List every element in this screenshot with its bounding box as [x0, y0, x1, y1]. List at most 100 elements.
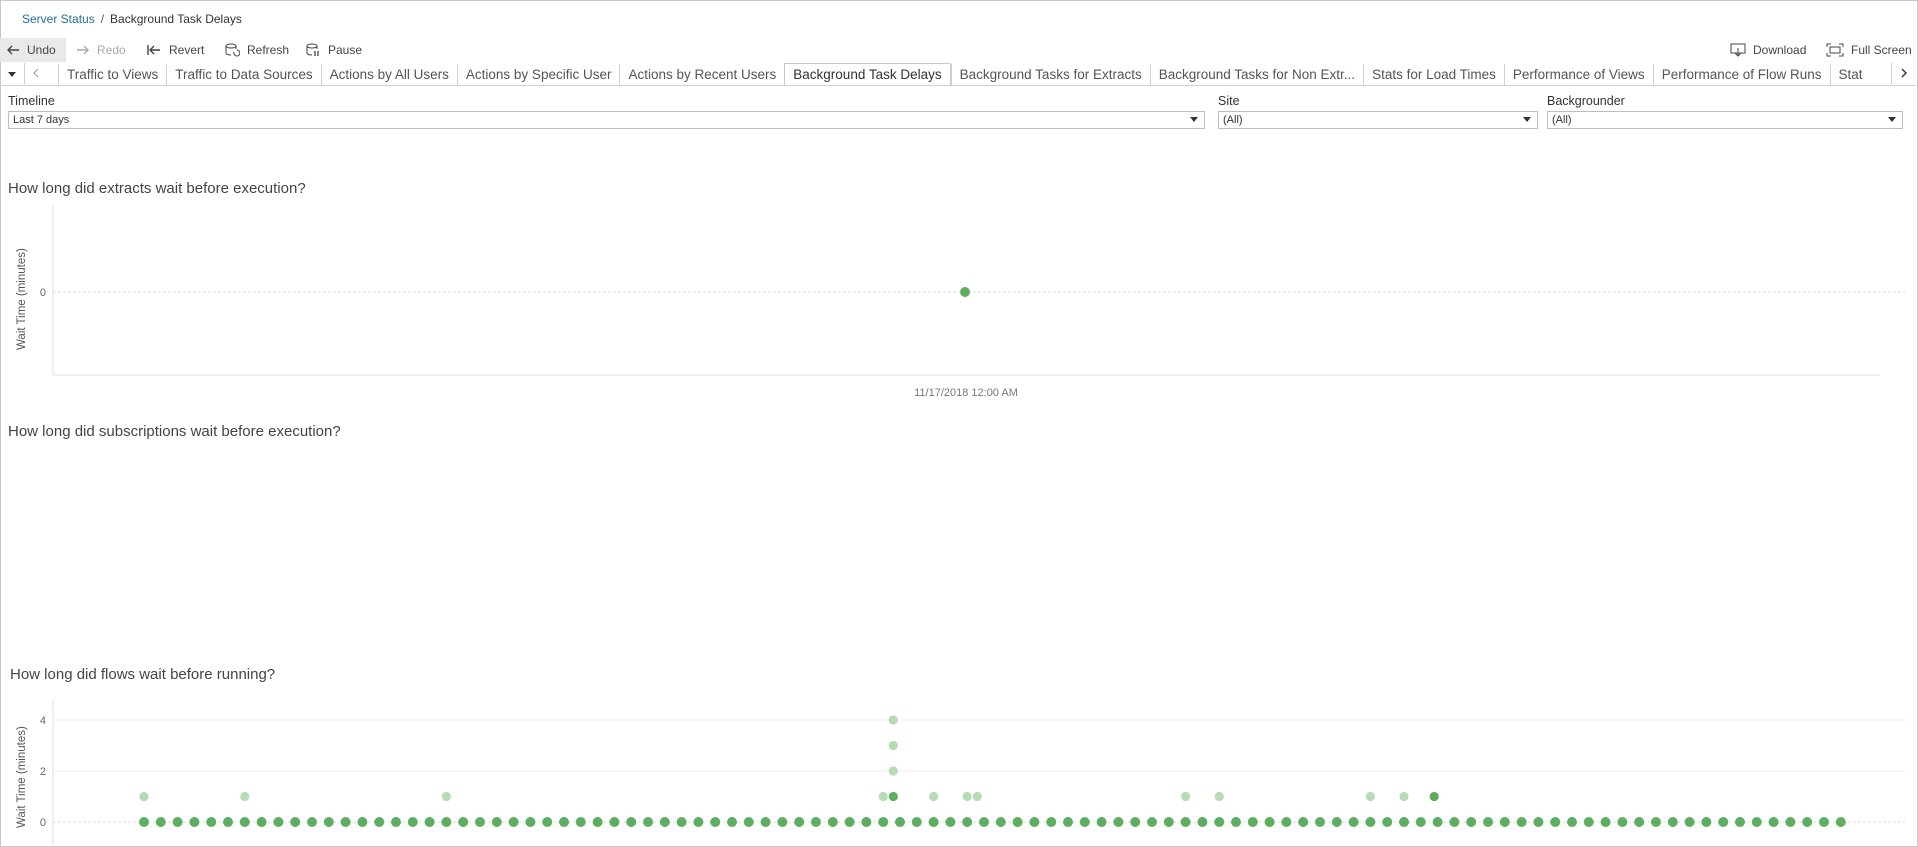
tab-actions-by-all-users[interactable]: Actions by All Users — [320, 64, 457, 85]
redo-button[interactable]: Redo — [76, 38, 126, 62]
full-screen-button[interactable]: Full Screen — [1826, 38, 1912, 62]
refresh-button[interactable]: Refresh — [224, 38, 289, 62]
flows-point-zero-3 — [189, 817, 200, 827]
download-label: Download — [1753, 43, 1807, 57]
backgrounder-select[interactable]: (All) — [1547, 111, 1903, 129]
flows-point-zero-25 — [559, 817, 569, 827]
flows-point-zero-22 — [508, 817, 519, 827]
flows-point-zero-91 — [1667, 817, 1678, 827]
flows-point-zero-61 — [1163, 817, 1174, 827]
backgrounder-filter-label: Backgrounder — [1547, 94, 1625, 108]
tab-stats[interactable]: Stat — [1829, 64, 1871, 85]
flows-point-3 — [878, 791, 888, 802]
flows-point-zero-23 — [525, 817, 536, 827]
flows-point-zero-87 — [1600, 817, 1611, 827]
tab-traffic-to-views[interactable]: Traffic to Views — [58, 64, 166, 85]
breadcrumb-server-status-link[interactable]: Server Status — [22, 12, 95, 26]
flows-point-zero-92 — [1684, 817, 1695, 827]
flows-point-zero-8 — [273, 817, 284, 827]
flows-point-zero-70 — [1315, 817, 1325, 827]
flows-point-zero-85 — [1567, 817, 1577, 827]
revert-button[interactable]: Revert — [146, 38, 204, 62]
flows-point-zero-86 — [1583, 817, 1594, 827]
flows-point-zero-95 — [1735, 817, 1745, 827]
extracts-x-tick-label: 11/17/2018 12:00 AM — [914, 387, 1018, 399]
flows-point-zero-74 — [1382, 817, 1393, 827]
site-select[interactable]: (All) — [1218, 111, 1538, 129]
flows-point-zero-31 — [659, 817, 670, 827]
flows-point-zero-64 — [1214, 817, 1225, 827]
tab-background-tasks-for-non-extracts[interactable]: Background Tasks for Non Extr... — [1149, 64, 1363, 85]
flows-point-zero-80 — [1483, 817, 1493, 827]
tab-actions-by-specific-user[interactable]: Actions by Specific User — [456, 64, 620, 85]
tab-performance-of-flow-runs[interactable]: Performance of Flow Runs — [1652, 64, 1830, 85]
flows-point-zero-21 — [491, 817, 502, 827]
flows-point-zero-63 — [1197, 817, 1208, 827]
flows-gridlines — [53, 719, 1905, 823]
flows-point-zero-15 — [391, 817, 401, 827]
flows-point-zero-35 — [727, 817, 737, 827]
flows-point-zero-11 — [323, 817, 334, 827]
flows-point-zero-48 — [945, 817, 956, 827]
flows-point-zero-90 — [1651, 817, 1661, 827]
flows-point-zero-41 — [827, 817, 838, 827]
dropdown-caret-icon — [1190, 117, 1198, 122]
flows-point-zero-39 — [794, 817, 805, 827]
undo-button[interactable]: Undo — [0, 38, 66, 62]
undo-label: Undo — [27, 43, 56, 57]
tab-actions-by-recent-users[interactable]: Actions by Recent Users — [619, 64, 784, 85]
flows-point-zero-69 — [1298, 817, 1309, 827]
flows-point-zero-79 — [1466, 817, 1477, 827]
flows-point-zero-5 — [223, 817, 233, 827]
extracts-y-tick-0: 0 — [40, 287, 46, 299]
tab-background-task-delays[interactable]: Background Task Delays — [784, 63, 951, 85]
flows-point-zero-58 — [1113, 817, 1124, 827]
tab-list-menu[interactable] — [0, 63, 25, 84]
redo-icon — [76, 44, 90, 56]
tab-scroll-left[interactable] — [24, 63, 48, 84]
flows-point-zero-51 — [995, 817, 1006, 827]
flows-point-zero-55 — [1063, 817, 1073, 827]
flows-point-6 — [888, 740, 898, 751]
subscriptions-chart-title: How long did subscriptions wait before e… — [8, 423, 341, 440]
flows-point-zero-13 — [357, 817, 368, 827]
dropdown-caret-icon — [1523, 117, 1531, 122]
timeline-select[interactable]: Last 7 days — [8, 111, 1205, 129]
flows-point-7 — [888, 715, 898, 725]
flows-point-zero-84 — [1550, 817, 1561, 827]
backgrounder-select-value: (All) — [1552, 114, 1572, 126]
flows-point-zero-29 — [626, 817, 637, 827]
timeline-select-value: Last 7 days — [13, 114, 70, 126]
chevron-right-icon — [1900, 66, 1908, 81]
flows-point-zero-60 — [1147, 817, 1157, 827]
flows-point-zero-2 — [172, 817, 183, 827]
download-icon — [1730, 43, 1746, 57]
tab-bar: Traffic to Views Traffic to Data Sources A… — [0, 63, 1916, 86]
tab-stats-for-load-times[interactable]: Stats for Load Times — [1363, 64, 1504, 85]
flows-point-zero-30 — [643, 817, 653, 827]
flows-point-zero-83 — [1533, 817, 1544, 827]
download-button[interactable]: Download — [1730, 38, 1806, 62]
extracts-y-axis-label: Wait Time (minutes) — [16, 248, 28, 350]
flows-point-zero-88 — [1617, 817, 1628, 827]
flows-wait-chart: 0 2 4 — [40, 700, 1905, 845]
tab-performance-of-views[interactable]: Performance of Views — [1503, 64, 1653, 85]
flows-point-zero-47 — [928, 817, 939, 827]
flows-point-zero-17 — [424, 817, 435, 827]
tab-background-tasks-for-extracts[interactable]: Background Tasks for Extracts — [950, 64, 1150, 85]
refresh-icon — [224, 42, 240, 58]
redo-label: Redo — [97, 43, 126, 57]
flows-y-tick-1: 2 — [40, 766, 46, 778]
pause-button[interactable]: Pause — [305, 38, 362, 62]
flows-point-zero-16 — [407, 817, 418, 827]
flows-point-zero-89 — [1634, 817, 1645, 827]
flows-point-zero-1 — [155, 817, 166, 827]
flows-point-4 — [888, 791, 898, 802]
tab-traffic-to-data-sources[interactable]: Traffic to Data Sources — [166, 64, 320, 85]
flows-point-zero-97 — [1768, 817, 1779, 827]
flows-point-zero-56 — [1079, 817, 1090, 827]
extracts-chart-title: How long did extracts wait before execut… — [8, 180, 306, 197]
flows-point-zero-59 — [1130, 817, 1141, 827]
flows-point-zero-62 — [1180, 817, 1191, 827]
tab-scroll-right[interactable] — [1891, 63, 1916, 84]
